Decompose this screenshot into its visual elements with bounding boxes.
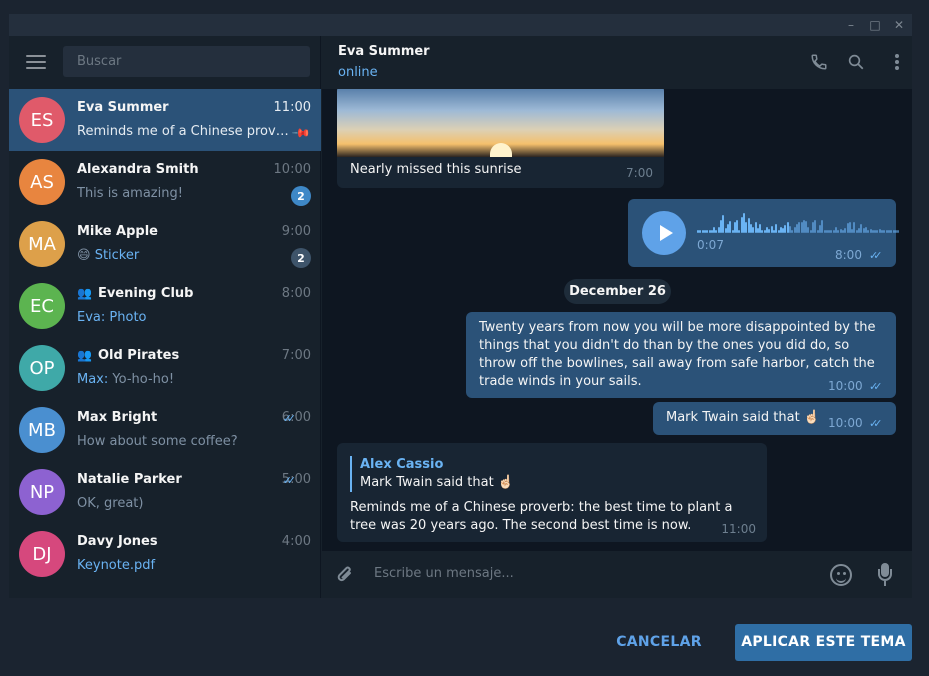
chat-name: Eva Summer	[77, 100, 169, 115]
double-check-icon: ✓✓	[282, 474, 297, 487]
sun-shape	[490, 143, 512, 157]
group-icon: 👥	[77, 348, 92, 362]
play-button[interactable]	[642, 211, 686, 255]
chat-list-item[interactable]: DJ Davy Jones 4:00 Keynote.pdf	[9, 523, 321, 585]
app-window: – □ ✕ Buscar ES Eva Summer 11:00 Reminds me…	[9, 14, 912, 598]
pin-icon: 📌	[291, 122, 312, 144]
chat-name: Max Bright	[77, 410, 158, 425]
chat-time: 4:00	[281, 534, 311, 549]
chat-preview: 😄 Sticker	[77, 248, 140, 263]
chat-status: online	[338, 65, 378, 80]
search-icon[interactable]	[846, 52, 866, 72]
chat-preview: Max: Yo-ho-ho!	[77, 372, 175, 387]
chat-name: 👥 Old Pirates	[77, 348, 180, 363]
message-time: 10:00	[828, 379, 863, 393]
chat-preview: OK, great)	[77, 496, 144, 511]
chat-name: Alexandra Smith	[77, 162, 199, 177]
voice-message[interactable]: 0:07 8:00 ✓✓	[628, 199, 900, 267]
reply-quote-bar	[350, 456, 352, 492]
message-composer: Escribe un mensaje...	[322, 551, 912, 598]
photo-caption: Nearly missed this sunrise	[350, 162, 522, 177]
message-text: Mark Twain said that ☝🏻	[666, 410, 821, 425]
chat-list: ES Eva Summer 11:00 Reminds me of a Chinese…	[9, 89, 321, 585]
sunrise-photo[interactable]	[337, 89, 664, 157]
chat-name: Davy Jones	[77, 534, 158, 549]
message-input[interactable]: Escribe un mensaje...	[374, 566, 514, 581]
voice-duration: 0:07	[697, 238, 724, 252]
unread-badge: 2	[291, 248, 311, 268]
emoji-icon[interactable]	[830, 564, 852, 586]
more-icon[interactable]	[887, 52, 907, 72]
chat-title[interactable]: Eva Summer	[338, 44, 430, 59]
sidebar-header: Buscar	[9, 36, 321, 89]
chat-preview: How about some coffee?	[77, 434, 238, 449]
microphone-icon[interactable]	[878, 563, 892, 587]
chat-list-item[interactable]: NP Natalie Parker 5:00 ✓✓ OK, great)	[9, 461, 321, 523]
voice-waveform[interactable]	[697, 211, 900, 233]
double-check-icon: ✓✓	[282, 412, 297, 425]
message-time: 7:00	[626, 166, 653, 180]
title-bar: – □ ✕	[9, 14, 912, 36]
avatar[interactable]: AS	[19, 159, 65, 205]
message-time: 8:00	[835, 248, 862, 262]
chat-preview: Eva: Photo	[77, 310, 147, 325]
photo-message[interactable]: Nearly missed this sunrise 7:00	[337, 89, 664, 188]
reply-message[interactable]: Alex Cassio Mark Twain said that ☝🏻 Remi…	[337, 443, 767, 542]
chat-name: Mike Apple	[77, 224, 158, 239]
chat-time: 7:00	[281, 348, 311, 363]
group-icon: 👥	[77, 286, 92, 300]
phone-icon[interactable]	[809, 52, 829, 72]
chat-list-item[interactable]: EC 👥 Evening Club 8:00 Eva: Photo	[9, 275, 321, 337]
cancel-button[interactable]: CANCELAR	[606, 624, 712, 661]
play-icon	[659, 225, 673, 241]
chat-preview: This is amazing!	[77, 186, 183, 201]
chat-time: 11:00	[273, 100, 311, 115]
chat-time: 10:00	[273, 162, 311, 177]
chat-list-item[interactable]: MA Mike Apple 9:00 😄 Sticker 2	[9, 213, 321, 275]
chat-name: Natalie Parker	[77, 472, 182, 487]
double-check-icon: ✓✓	[869, 380, 883, 393]
chat-name: 👥 Evening Club	[77, 286, 194, 301]
avatar[interactable]: MA	[19, 221, 65, 267]
chat-time: 8:00	[281, 286, 311, 301]
avatar[interactable]: NP	[19, 469, 65, 515]
message-time: 10:00	[828, 416, 863, 430]
chat-panel: Eva Summer online Nearly missed this sun…	[322, 36, 912, 598]
chat-list-item[interactable]: ES Eva Summer 11:00 Reminds me of a Chinese…	[9, 89, 321, 151]
outgoing-message[interactable]: Twenty years from now you will be more d…	[466, 312, 896, 398]
reply-author[interactable]: Alex Cassio	[360, 457, 443, 472]
search-input[interactable]: Buscar	[63, 46, 310, 77]
minimize-icon[interactable]: –	[839, 14, 863, 36]
chat-preview: Reminds me of a Chinese prover...	[77, 124, 292, 139]
chat-time: 9:00	[281, 224, 311, 239]
double-check-icon: ✓✓	[869, 249, 883, 262]
sidebar: Buscar ES Eva Summer 11:00 Reminds me of a …	[9, 36, 321, 598]
maximize-icon[interactable]: □	[863, 14, 887, 36]
message-area: Nearly missed this sunrise 7:00 0:07 8:0…	[322, 89, 912, 551]
date-separator: December 26	[564, 279, 671, 304]
chat-header: Eva Summer online	[322, 36, 912, 89]
double-check-icon: ✓✓	[869, 417, 883, 430]
avatar[interactable]: ES	[19, 97, 65, 143]
menu-icon[interactable]	[26, 55, 46, 69]
chat-preview: Keynote.pdf	[77, 558, 156, 573]
chat-list-item[interactable]: OP 👥 Old Pirates 7:00 Max: Yo-ho-ho!	[9, 337, 321, 399]
message-text: Reminds me of a Chinese proverb: the bes…	[350, 500, 733, 533]
outgoing-message[interactable]: Mark Twain said that ☝🏻 10:00 ✓✓	[653, 402, 896, 435]
avatar[interactable]: DJ	[19, 531, 65, 577]
chat-list-item[interactable]: MB Max Bright 6:00 ✓✓ How about some coffee?	[9, 399, 321, 461]
close-icon[interactable]: ✕	[887, 14, 911, 36]
chat-list-item[interactable]: AS Alexandra Smith 10:00 This is amazing! 2	[9, 151, 321, 213]
unread-badge: 2	[291, 186, 311, 206]
avatar[interactable]: OP	[19, 345, 65, 391]
avatar[interactable]: MB	[19, 407, 65, 453]
apply-theme-button[interactable]: APLICAR ESTE TEMA	[735, 624, 912, 661]
attach-icon[interactable]	[334, 564, 356, 586]
message-time: 11:00	[721, 522, 756, 536]
reply-snippet: Mark Twain said that ☝🏻	[360, 475, 515, 490]
avatar[interactable]: EC	[19, 283, 65, 329]
